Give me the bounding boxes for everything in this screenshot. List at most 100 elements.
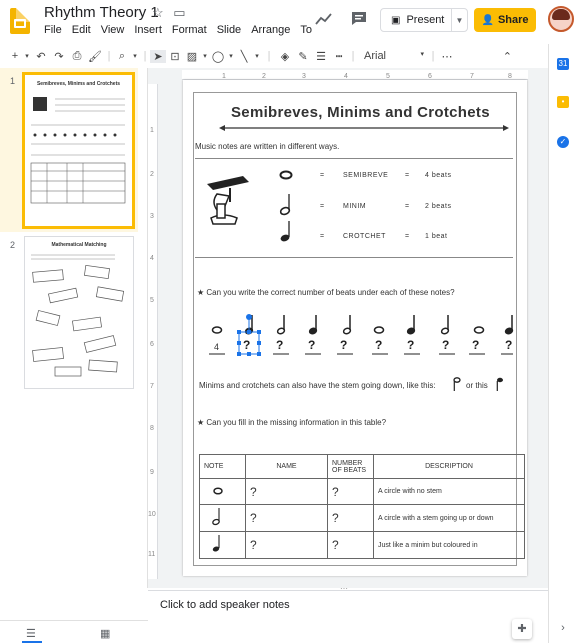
- slide[interactable]: Semibreves, Minims and Crotchets Music n…: [183, 80, 527, 576]
- table-header: NOTE: [199, 454, 246, 479]
- answer-slot[interactable]: ?: [407, 338, 414, 352]
- menu-slide[interactable]: Slide: [217, 24, 241, 36]
- answer-slot[interactable]: ?: [276, 338, 283, 352]
- svg-text:1: 1: [222, 73, 226, 80]
- table-header: NUMBER OF BEATS: [327, 454, 374, 479]
- answer-slot[interactable]: ?: [472, 338, 479, 352]
- svg-text:4: 4: [344, 73, 348, 80]
- line-dropdown-icon[interactable]: ▾: [252, 52, 262, 60]
- answer-slot[interactable]: ?: [308, 338, 315, 352]
- border-weight-icon[interactable]: ☰: [312, 50, 330, 63]
- view-switcher: ☰ ▦: [0, 620, 148, 643]
- toolbar: + ▾ ↶ ↷ ⎙ 🖌 | ⌕ ▾ | ➤ ⊡ ▨ ▾ ◯ ▾ ╲ ▾ | ◈ …: [0, 44, 548, 68]
- info-table: NOTE NAME NUMBER OF BEATS DESCRIPTION ? …: [199, 454, 525, 559]
- slide-thumbnail-1[interactable]: Semibreves, Minims and Crotchets: [22, 72, 135, 229]
- border-color-icon[interactable]: ✎: [294, 50, 312, 63]
- note-beats: 1 beat: [425, 233, 448, 240]
- crotchet-icon: [212, 535, 220, 552]
- menu-view[interactable]: View: [101, 24, 125, 36]
- menu-format[interactable]: Format: [172, 24, 207, 36]
- new-slide-icon[interactable]: +: [8, 50, 22, 62]
- equals-sign: =: [320, 203, 325, 210]
- thumb-content: [31, 254, 125, 377]
- select-icon[interactable]: ➤: [150, 49, 166, 63]
- undo-icon[interactable]: ↶: [32, 50, 50, 63]
- menu-insert[interactable]: Insert: [134, 24, 162, 36]
- slides-logo[interactable]: [10, 8, 30, 34]
- redo-icon[interactable]: ↷: [50, 50, 68, 63]
- shape-icon[interactable]: ◯: [210, 50, 226, 63]
- svg-text:5: 5: [386, 73, 390, 80]
- star-icon: ★: [197, 288, 205, 297]
- zoom-dropdown-icon[interactable]: ▾: [130, 52, 140, 60]
- border-dash-icon[interactable]: ┅: [330, 50, 348, 63]
- share-button[interactable]: 👤 Share: [474, 8, 536, 32]
- speaker-notes[interactable]: Click to add speaker notes ✚: [148, 590, 548, 643]
- document-title[interactable]: Rhythm Theory 1: [44, 4, 159, 21]
- grid-view-icon[interactable]: ▦: [100, 627, 110, 640]
- paint-format-icon[interactable]: 🖌: [86, 50, 104, 63]
- folder-icon[interactable]: ▭: [173, 5, 185, 20]
- image-icon[interactable]: ▨: [184, 50, 200, 63]
- svg-text:8: 8: [150, 425, 154, 432]
- slide-thumbnail-2[interactable]: Mathematical Matching: [24, 236, 134, 389]
- equals-sign: =: [405, 203, 410, 210]
- filmstrip-view-icon[interactable]: ☰: [26, 627, 36, 640]
- tasks-icon[interactable]: ✓: [557, 136, 569, 148]
- font-select[interactable]: Arial ▾: [358, 50, 428, 62]
- star-icon[interactable]: ☆: [152, 5, 164, 20]
- shape-dropdown-icon[interactable]: ▾: [226, 52, 236, 60]
- vertical-ruler: 1 2 3 4 5 6 7 8 9 10 11: [148, 84, 158, 579]
- minim-stem-down-icon: [453, 377, 461, 391]
- zoom-icon[interactable]: ⌕: [114, 50, 130, 63]
- present-button[interactable]: ▣ Present ▼: [380, 8, 468, 32]
- beats-cell[interactable]: ?: [327, 531, 374, 559]
- collapse-toolbar-icon[interactable]: ⌃: [456, 50, 512, 63]
- svg-text:2: 2: [150, 171, 154, 178]
- activity-icon[interactable]: [315, 12, 333, 26]
- speaker-notes-placeholder[interactable]: Click to add speaker notes: [160, 599, 290, 611]
- answer-slot[interactable]: ?: [505, 338, 512, 352]
- expand-panel-icon[interactable]: ›: [557, 622, 569, 634]
- answer-slot[interactable]: ?: [340, 338, 347, 352]
- selection-box[interactable]: [233, 312, 265, 358]
- note-beats: 2 beats: [425, 203, 452, 210]
- menu-bar: File Edit View Insert Format Slide Arran…: [44, 24, 312, 36]
- keep-icon[interactable]: •: [557, 96, 569, 108]
- more-icon[interactable]: ⋯: [438, 50, 456, 63]
- fill-color-icon[interactable]: ◈: [276, 50, 294, 63]
- calendar-icon[interactable]: 31: [557, 58, 569, 70]
- menu-edit[interactable]: Edit: [72, 24, 91, 36]
- note-symbols: [279, 170, 293, 242]
- menu-file[interactable]: File: [44, 24, 62, 36]
- new-slide-dropdown-icon[interactable]: ▾: [22, 52, 32, 60]
- avatar[interactable]: [548, 6, 574, 32]
- explore-icon[interactable]: ✚: [512, 619, 532, 639]
- answer-slot[interactable]: ?: [442, 338, 449, 352]
- menu-tools[interactable]: To: [300, 24, 312, 36]
- answer-slot[interactable]: ?: [375, 338, 382, 352]
- note-name: CROTCHET: [343, 233, 386, 240]
- title-arrow: [219, 125, 509, 131]
- minim-icon: [212, 508, 220, 526]
- beats-cell[interactable]: ?: [327, 478, 374, 505]
- table-row: ? ? Just like a minim but coloured in: [199, 531, 525, 559]
- note-name: SEMIBREVE: [343, 172, 389, 179]
- name-cell[interactable]: ?: [245, 531, 328, 559]
- present-icon: ▣: [391, 15, 401, 26]
- svg-text:3: 3: [302, 73, 306, 80]
- beats-cell[interactable]: ?: [327, 504, 374, 532]
- name-cell[interactable]: ?: [245, 504, 328, 532]
- menu-arrange[interactable]: Arrange: [251, 24, 290, 36]
- filmstrip: 1 Semibreves, Minims and Crotchets 2 Mat…: [0, 68, 148, 588]
- text-box-icon[interactable]: ⊡: [166, 50, 184, 63]
- name-cell[interactable]: ?: [245, 478, 328, 505]
- equals-sign: =: [405, 233, 410, 240]
- svg-text:8: 8: [508, 73, 512, 80]
- print-icon[interactable]: ⎙: [68, 50, 86, 63]
- present-dropdown-icon[interactable]: ▼: [451, 9, 467, 31]
- thumb-title: Mathematical Matching: [51, 242, 107, 248]
- line-icon[interactable]: ╲: [236, 50, 252, 63]
- image-dropdown-icon[interactable]: ▾: [200, 52, 210, 60]
- comments-icon[interactable]: [351, 11, 367, 26]
